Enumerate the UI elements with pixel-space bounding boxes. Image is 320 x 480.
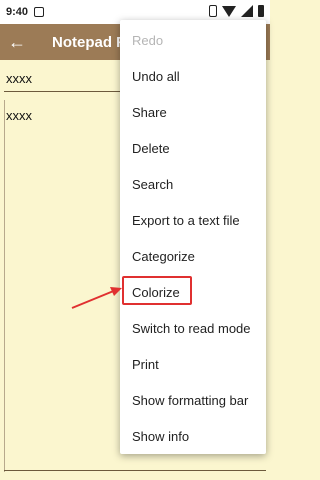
divider [4,470,266,471]
menu-item-print[interactable]: Print [120,346,266,382]
menu-item-delete[interactable]: Delete [120,130,266,166]
annotation-arrow-icon [71,287,122,309]
status-icons [209,5,264,17]
divider [4,100,5,472]
signal-icon [241,5,253,17]
menu-item-export[interactable]: Export to a text file [120,202,266,238]
annotation-highlight-box [122,276,192,305]
status-time: 9:40 [6,6,29,18]
menu-item-read-mode[interactable]: Switch to read mode [120,310,266,346]
vibrate-icon [209,5,217,17]
note-body-field[interactable]: xxxx [6,108,32,123]
menu-item-redo[interactable]: Redo [120,22,266,58]
overflow-menu: Redo Undo all Share Delete Search Export… [120,20,266,454]
battery-icon [258,5,264,17]
menu-item-undo-all[interactable]: Undo all [120,58,266,94]
app-title: Notepad F [52,33,126,51]
wifi-icon [222,5,236,17]
menu-item-search[interactable]: Search [120,166,266,202]
menu-item-share[interactable]: Share [120,94,266,130]
notification-icon [34,7,45,17]
menu-item-categorize[interactable]: Categorize [120,238,266,274]
menu-item-formatting-bar[interactable]: Show formatting bar [120,382,266,418]
arrow-back-icon[interactable]: ← [0,24,34,60]
menu-item-show-info[interactable]: Show info [120,418,266,454]
